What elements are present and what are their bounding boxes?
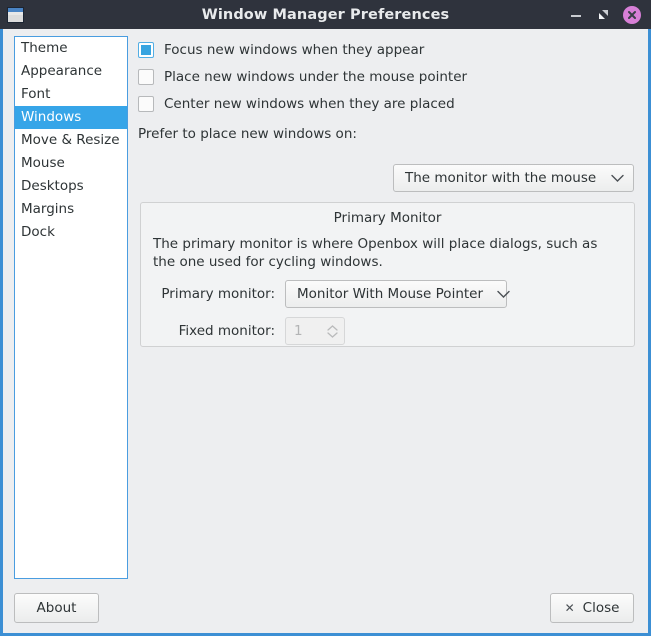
about-button-label: About <box>37 600 77 616</box>
titlebar[interactable]: Window Manager Preferences <box>0 0 651 29</box>
sidebar-item-dock[interactable]: Dock <box>15 221 127 244</box>
checkbox-row-center-new-windows[interactable]: Center new windows when they are placed <box>138 90 634 117</box>
checkbox-focus-new-windows[interactable] <box>138 42 154 58</box>
close-button[interactable]: ✕ Close <box>550 593 634 623</box>
primary-monitor-frame-title: Primary Monitor <box>141 210 634 226</box>
category-list[interactable]: Theme Appearance Font Windows Move & Res… <box>14 36 128 579</box>
window-icon <box>7 7 24 23</box>
sidebar-item-label: Desktops <box>21 178 84 194</box>
primary-monitor-frame: Primary Monitor The primary monitor is w… <box>140 202 635 347</box>
sidebar-item-label: Theme <box>21 40 68 56</box>
checkbox-label: Focus new windows when they appear <box>164 42 424 58</box>
prefer-placement-dropdown[interactable]: The monitor with the mouse <box>393 164 634 192</box>
fixed-monitor-label: Fixed monitor: <box>153 323 275 339</box>
prefer-placement-row: Prefer to place new windows on: <box>138 126 634 142</box>
close-x-icon: ✕ <box>565 602 575 614</box>
sidebar-item-label: Appearance <box>21 63 102 79</box>
chevron-up-icon[interactable] <box>327 325 338 331</box>
primary-monitor-value: Monitor With Mouse Pointer <box>297 286 483 302</box>
sidebar-item-windows[interactable]: Windows <box>15 106 127 129</box>
chevron-down-icon[interactable] <box>327 332 338 338</box>
checkbox-center-new-windows[interactable] <box>138 96 154 112</box>
checkbox-row-place-under-pointer[interactable]: Place new windows under the mouse pointe… <box>138 63 634 90</box>
checkbox-label: Place new windows under the mouse pointe… <box>164 69 467 85</box>
primary-monitor-row: Primary monitor: Monitor With Mouse Poin… <box>141 280 634 308</box>
window-frame: Window Manager Preferences Theme <box>0 0 651 636</box>
spinner-arrows[interactable] <box>327 325 338 338</box>
sidebar-item-label: Move & Resize <box>21 132 120 148</box>
chevron-down-icon <box>611 174 624 183</box>
primary-monitor-description: The primary monitor is where Openbox wil… <box>153 235 622 271</box>
sidebar-item-font[interactable]: Font <box>15 83 127 106</box>
sidebar-item-desktops[interactable]: Desktops <box>15 175 127 198</box>
titlebar-buttons <box>567 6 651 24</box>
fixed-monitor-value: 1 <box>294 323 327 339</box>
sidebar-item-appearance[interactable]: Appearance <box>15 60 127 83</box>
sidebar-item-move-resize[interactable]: Move & Resize <box>15 129 127 152</box>
about-button[interactable]: About <box>14 593 99 623</box>
maximize-icon[interactable] <box>595 6 612 23</box>
window-title: Window Manager Preferences <box>0 7 651 23</box>
sidebar-item-label: Margins <box>21 201 74 217</box>
sidebar-item-label: Mouse <box>21 155 65 171</box>
settings-panel: Focus new windows when they appear Place… <box>138 36 634 142</box>
sidebar-item-margins[interactable]: Margins <box>15 198 127 221</box>
chevron-down-icon <box>497 290 510 299</box>
client-area: Theme Appearance Font Windows Move & Res… <box>3 29 648 633</box>
primary-monitor-label: Primary monitor: <box>153 286 275 302</box>
close-icon[interactable] <box>623 6 641 24</box>
checkbox-place-under-pointer[interactable] <box>138 69 154 85</box>
primary-monitor-dropdown[interactable]: Monitor With Mouse Pointer <box>285 280 507 308</box>
checkbox-row-focus-new-windows[interactable]: Focus new windows when they appear <box>138 36 634 63</box>
minimize-icon[interactable] <box>567 6 584 23</box>
sidebar-item-mouse[interactable]: Mouse <box>15 152 127 175</box>
checkbox-label: Center new windows when they are placed <box>164 96 455 112</box>
fixed-monitor-spinner[interactable]: 1 <box>285 317 345 345</box>
fixed-monitor-row: Fixed monitor: 1 <box>141 317 634 345</box>
sidebar-item-label: Dock <box>21 224 55 240</box>
sidebar-item-label: Font <box>21 86 50 102</box>
prefer-placement-value: The monitor with the mouse <box>405 170 597 186</box>
prefer-placement-label: Prefer to place new windows on: <box>138 126 357 142</box>
sidebar-item-label: Windows <box>21 109 81 125</box>
close-button-label: Close <box>583 600 620 616</box>
sidebar-item-theme[interactable]: Theme <box>15 37 127 60</box>
